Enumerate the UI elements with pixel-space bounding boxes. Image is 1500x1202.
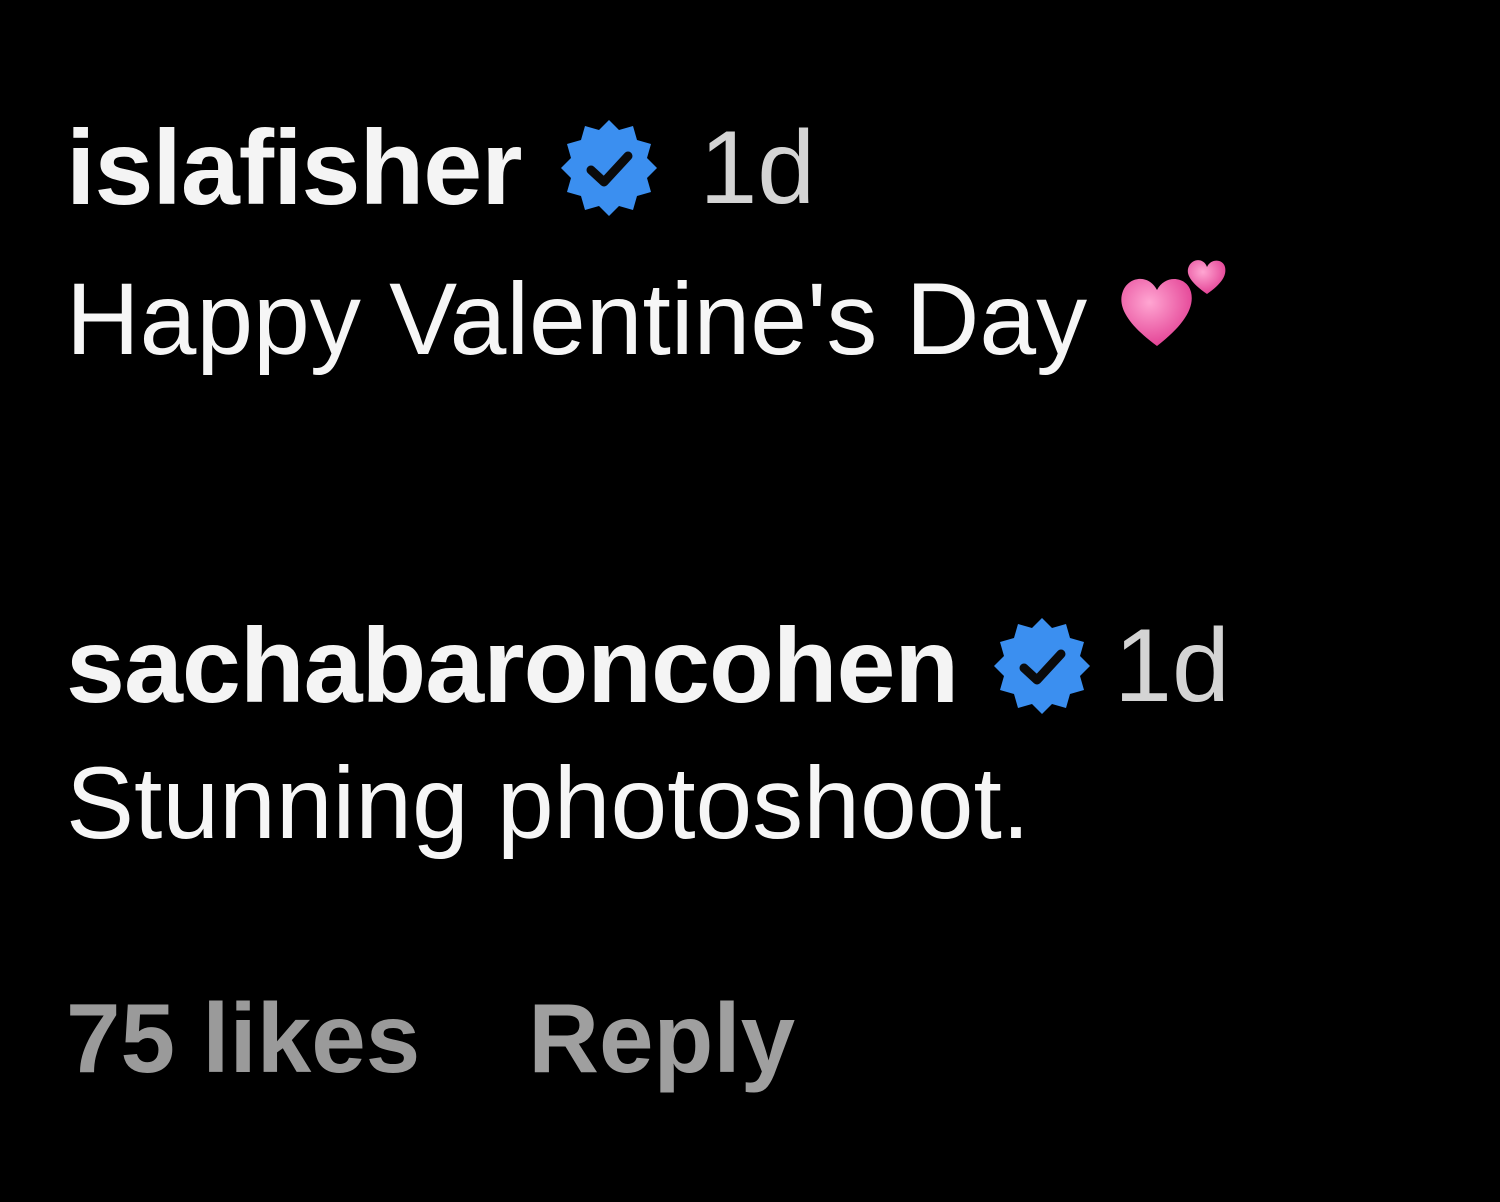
comment-header: islafisher 1d <box>66 108 1237 228</box>
comment-timestamp: 1d <box>699 110 816 226</box>
verified-badge-icon <box>561 120 658 216</box>
likes-count[interactable]: 75 likes <box>66 982 420 1095</box>
username-link[interactable]: sachabaroncohen <box>66 613 959 719</box>
comment-body: Stunning photoshoot. <box>66 752 1230 854</box>
username-link[interactable]: islafisher <box>66 115 522 221</box>
two-hearts-icon <box>1121 260 1226 346</box>
reply-button[interactable]: Reply <box>528 982 795 1095</box>
comment-body: Happy Valentine's Day <box>66 260 1237 376</box>
comment-text: Happy Valentine's Day <box>66 262 1088 376</box>
verified-badge-icon <box>994 618 1091 714</box>
comment-footer: 75 likes Reply <box>66 982 795 1095</box>
comment-header: sachabaroncohen 1d <box>66 606 1230 726</box>
comments-panel: islafisher 1d Happy Valentine's Day sach… <box>0 0 1500 1202</box>
comment-text: Stunning photoshoot. <box>66 746 1031 860</box>
comment-item: sachabaroncohen 1d Stunning photoshoot. <box>66 606 1230 854</box>
comment-item: islafisher 1d Happy Valentine's Day <box>66 108 1237 374</box>
comment-timestamp: 1d <box>1114 608 1230 724</box>
